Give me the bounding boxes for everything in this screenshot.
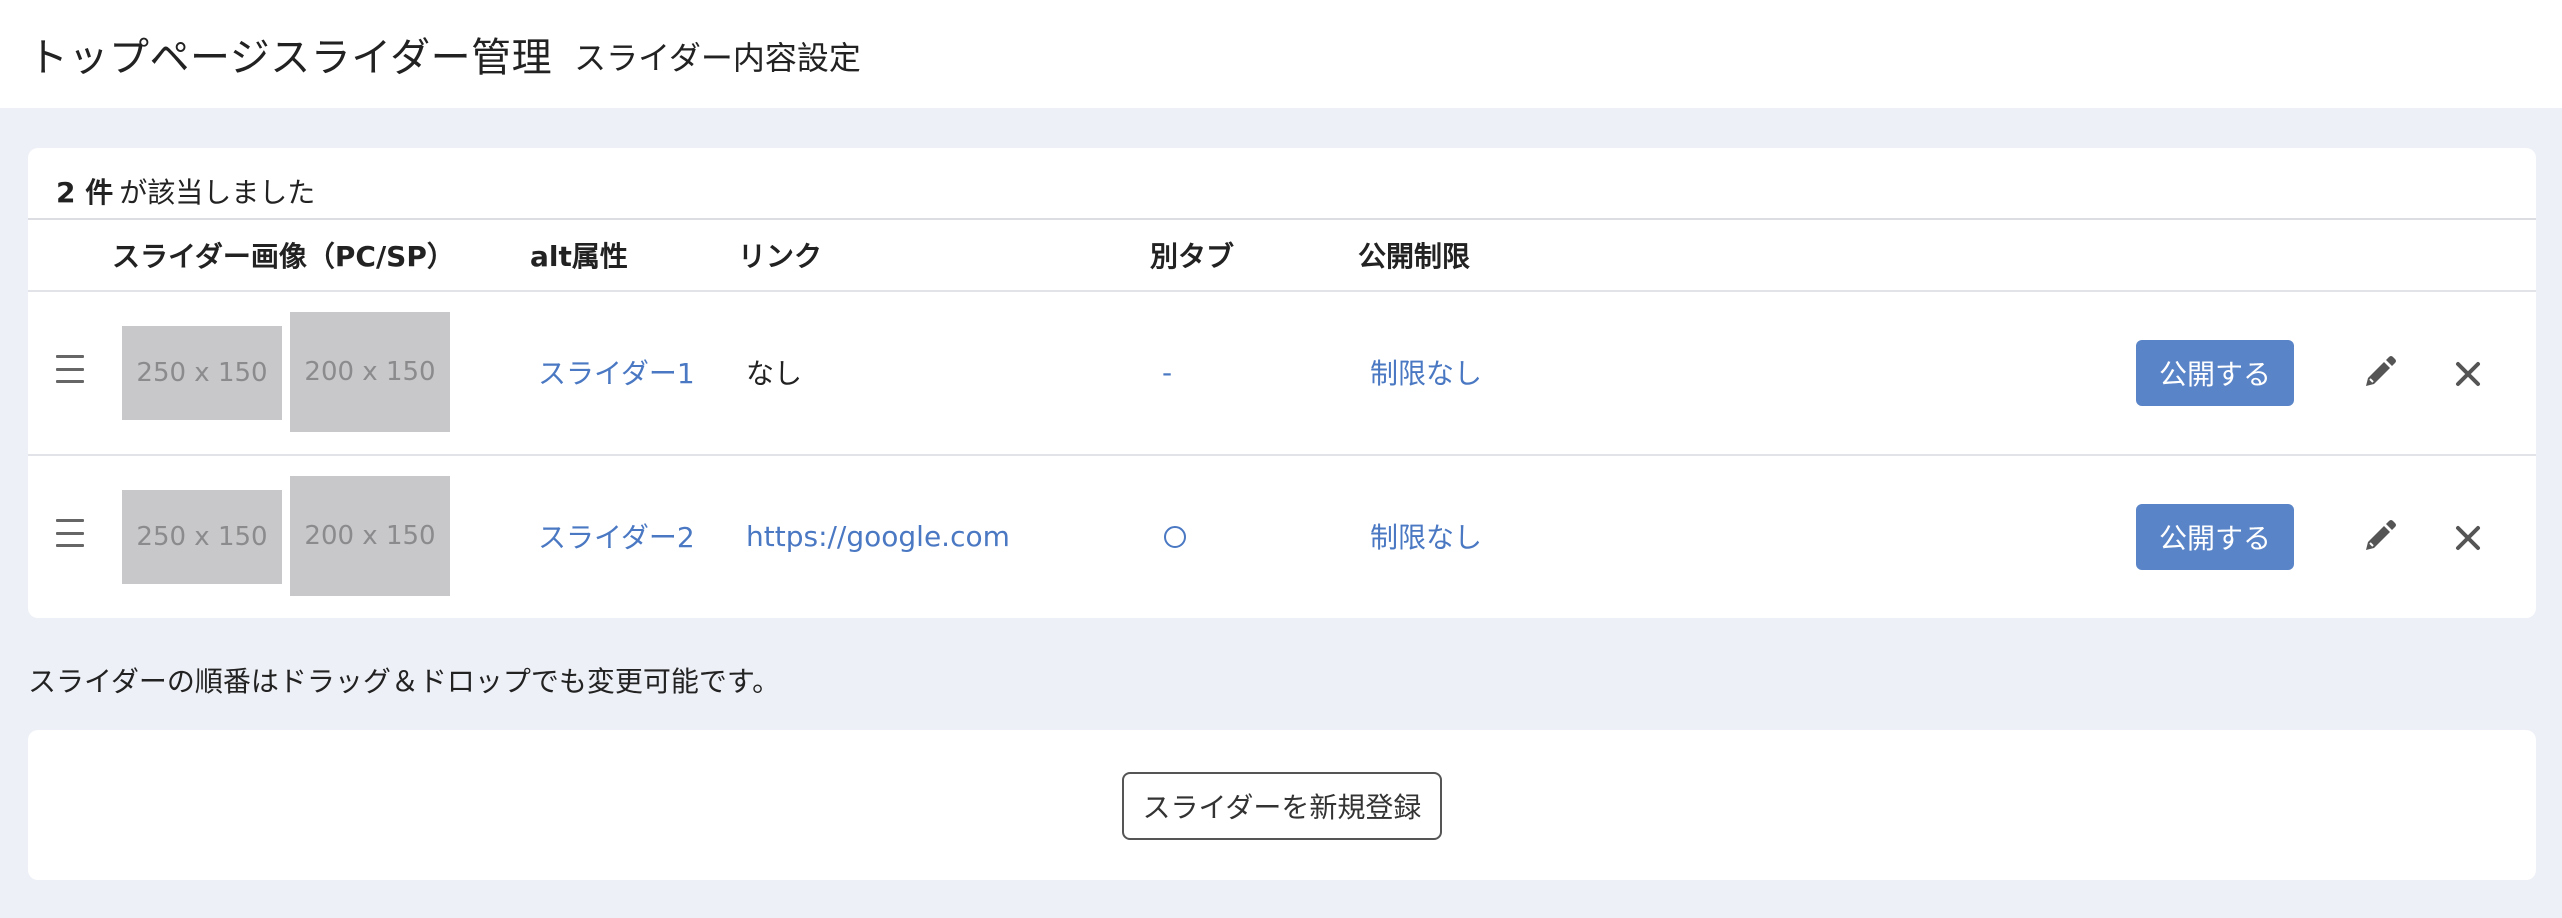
link-url[interactable]: https://google.com: [746, 514, 1010, 558]
new-slider-button[interactable]: スライダーを新規登録: [1122, 772, 1442, 840]
pencil-icon[interactable]: [2358, 518, 2398, 558]
column-header-limit: 公開制限: [1358, 240, 1471, 273]
page-title: トップページスライダー管理: [28, 35, 553, 81]
pc-image-placeholder: 250 x 150: [122, 490, 282, 584]
alt-link[interactable]: スライダー1: [538, 350, 695, 394]
table-row[interactable]: 250 x 150 200 x 150 スライダー2 https://googl…: [28, 456, 2536, 618]
actions-card: スライダーを新規登録: [28, 730, 2536, 880]
result-count-text: が該当しました: [119, 176, 316, 209]
result-count: 2 件 が該当しました: [56, 166, 315, 216]
close-icon[interactable]: [2452, 358, 2484, 390]
publish-limit-link[interactable]: 制限なし: [1370, 514, 1482, 558]
drag-drop-note: スライダーの順番はドラッグ＆ドロップでも変更可能です。: [28, 665, 781, 698]
drag-handle-icon[interactable]: [56, 355, 84, 383]
table-row[interactable]: 250 x 150 200 x 150 スライダー1 なし - 制限なし 公開す…: [28, 292, 2536, 454]
column-header-image: スライダー画像（PC/SP）: [112, 240, 455, 273]
link-value: なし: [746, 357, 803, 390]
slider-list-card: 2 件 が該当しました スライダー画像（PC/SP） alt属性 リンク 別タブ…: [28, 148, 2536, 618]
new-tab-value: -: [1162, 355, 1173, 389]
sp-image-placeholder: 200 x 150: [290, 312, 450, 432]
alt-link[interactable]: スライダー2: [538, 514, 695, 558]
publish-button[interactable]: 公開する: [2136, 340, 2294, 406]
column-header-link: リンク: [738, 240, 823, 273]
new-tab-circle-icon: [1164, 526, 1186, 548]
pc-image-placeholder: 250 x 150: [122, 326, 282, 420]
column-header-new-tab: 別タブ: [1150, 240, 1235, 273]
column-header-alt: alt属性: [530, 240, 628, 273]
drag-handle-icon[interactable]: [56, 519, 84, 547]
pencil-icon[interactable]: [2358, 354, 2398, 394]
result-count-number: 2 件: [56, 176, 114, 209]
publish-button[interactable]: 公開する: [2136, 504, 2294, 570]
publish-limit-link[interactable]: 制限なし: [1370, 350, 1482, 394]
close-icon[interactable]: [2452, 522, 2484, 554]
sp-image-placeholder: 200 x 150: [290, 476, 450, 596]
page-subtitle: スライダー内容設定: [574, 39, 861, 77]
page-header: トップページスライダー管理 スライダー内容設定: [0, 0, 2562, 108]
